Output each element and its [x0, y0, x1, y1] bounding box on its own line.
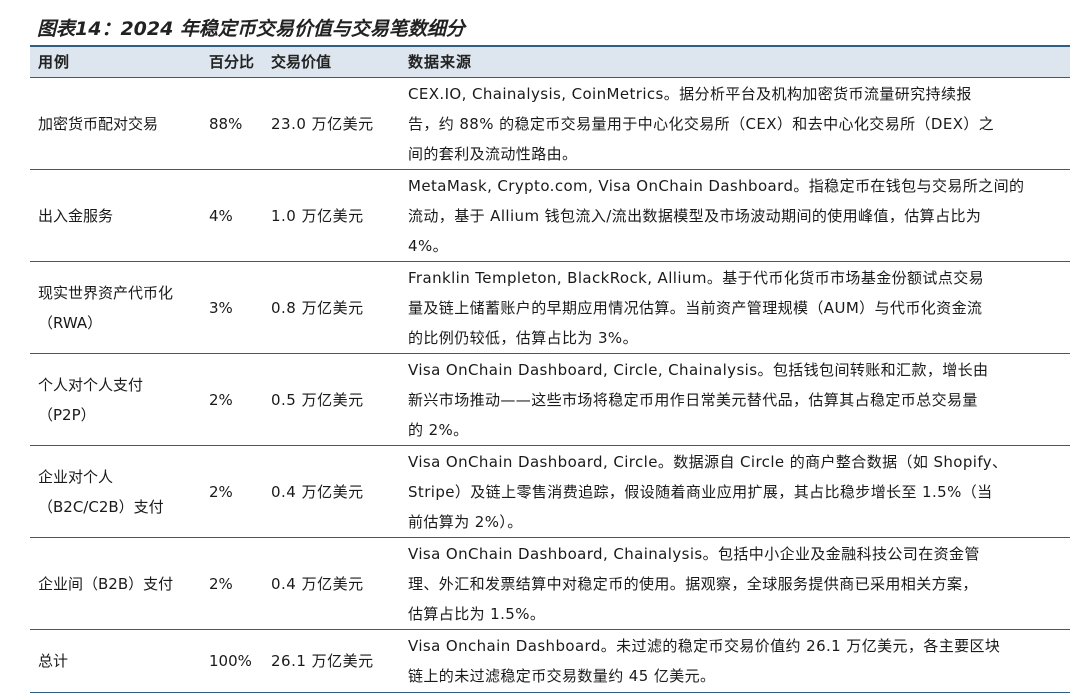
cell-value: 26.1 万亿美元: [271, 652, 374, 670]
use-line: 企业间（B2B）支付: [38, 574, 174, 593]
use-line: 出入金服务: [38, 206, 114, 225]
use-line: 加密货币配对交易: [38, 114, 159, 133]
source-line: Visa OnChain Dashboard, Circle, Chainaly…: [408, 360, 989, 379]
header-percentage: 百分比: [209, 53, 255, 71]
source-line: 告，约 88% 的稳定币交易量用于中心化交易所（CEX）和去中心化交易所（DEX…: [408, 114, 995, 133]
figure-title: 图表14：2024 年稳定币交易价值与交易笔数细分: [37, 18, 465, 40]
source-line: 量及链上储蓄账户的早期应用情况估算。当前资产管理规模（AUM）与代币化资金流: [408, 298, 983, 317]
table-row: 总计 100% 26.1 万亿美元 Visa Onchain Dashboard。未过…: [30, 630, 1070, 693]
cell-source: MetaMask, Crypto.com, Visa OnChain Dashb…: [408, 171, 1068, 261]
table-row: 企业间（B2B）支付 2% 0.4 万亿美元 Visa OnChain Dashboa…: [30, 538, 1070, 630]
cell-value: 0.5 万亿美元: [271, 390, 364, 409]
cell-value: 0.8 万亿美元: [271, 298, 364, 317]
cell-value: 0.4 万亿美元: [271, 482, 364, 501]
cell-use: 出入金服务: [38, 201, 208, 231]
cell-percentage: 100%: [209, 652, 252, 670]
cell-use: 企业对个人 （B2C/C2B）支付: [38, 462, 208, 522]
table-row: 个人对个人支付 （P2P） 2% 0.5 万亿美元 Visa OnChain Dashb…: [30, 354, 1070, 446]
source-line: 流动，基于 Allium 钱包流入/流出数据模型及市场波动期间的使用峰值，估算占…: [408, 206, 982, 225]
cell-source: Franklin Templeton, BlackRock, Allium。基于…: [408, 263, 1068, 353]
source-line: Stripe）及链上零售消费追踪，假设随着商业应用扩展，其占比稳步增长至 1.5…: [408, 482, 993, 501]
cell-use: 加密货币配对交易: [38, 109, 208, 139]
cell-percentage: 4%: [209, 206, 233, 225]
use-line: （P2P）: [38, 405, 96, 424]
cell-value: 23.0 万亿美元: [271, 114, 374, 133]
use-line: 企业对个人: [38, 467, 114, 486]
cell-value: 1.0 万亿美元: [271, 206, 364, 225]
cell-percentage: 2%: [209, 390, 233, 409]
cell-use: 企业间（B2B）支付: [38, 569, 208, 599]
source-line: 间的套利及流动性路由。: [408, 144, 578, 163]
source-line: MetaMask, Crypto.com, Visa OnChain Dashb…: [408, 176, 1025, 195]
header-use: 用例: [38, 53, 71, 71]
cell-source: CEX.IO, Chainalysis, CoinMetrics。据分析平台及机…: [408, 79, 1068, 169]
cell-percentage: 3%: [209, 298, 233, 317]
use-line: （RWA）: [38, 313, 103, 332]
source-line: 链上的未过滤稳定币交易数量约 45 亿美元。: [408, 667, 716, 685]
use-line: 总计: [38, 652, 69, 670]
source-line: Visa OnChain Dashboard, Chainalysis。包括中小…: [408, 544, 980, 563]
table-row: 加密货币配对交易 88% 23.0 万亿美元 CEX.IO, Chainalysis,…: [30, 78, 1070, 170]
source-line: 前估算为 2%）。: [408, 512, 523, 531]
source-line: 的比例仍较低，估算占比为 3%。: [408, 328, 638, 347]
cell-percentage: 2%: [209, 574, 233, 593]
header-value: 交易价值: [271, 53, 332, 71]
source-line: CEX.IO, Chainalysis, CoinMetrics。据分析平台及机…: [408, 84, 972, 103]
cell-source: Visa OnChain Dashboard, Circle, Chainaly…: [408, 355, 1068, 445]
cell-source: Visa OnChain Dashboard, Circle。数据源自 Circ…: [408, 447, 1068, 537]
page: 图表14：2024 年稳定币交易价值与交易笔数细分 用例 百分比 交易价值 数据…: [0, 0, 1080, 693]
cell-percentage: 88%: [209, 114, 243, 133]
table-body: 加密货币配对交易 88% 23.0 万亿美元 CEX.IO, Chainalysis,…: [30, 78, 1070, 693]
use-line: 现实世界资产代币化: [38, 283, 174, 302]
cell-use: 个人对个人支付 （P2P）: [38, 370, 208, 430]
source-line: 4%。: [408, 236, 448, 255]
table-row: 出入金服务 4% 1.0 万亿美元 MetaMask, Crypto.com, Vis…: [30, 170, 1070, 262]
table-row: 企业对个人 （B2C/C2B）支付 2% 0.4 万亿美元 Visa OnChain D…: [30, 446, 1070, 538]
source-line: Franklin Templeton, BlackRock, Allium。基于…: [408, 268, 985, 287]
source-line: 的 2%。: [408, 420, 469, 439]
source-line: Visa Onchain Dashboard。未过滤的稳定币交易价值约 26.1…: [408, 637, 1001, 655]
source-line: 估算占比为 1.5%。: [408, 604, 546, 623]
cell-use: 总计: [38, 646, 208, 676]
data-table: 用例 百分比 交易价值 数据来源 加密货币配对交易 88% 23.0 万亿美元 CEX…: [30, 45, 1070, 693]
cell-value: 0.4 万亿美元: [271, 574, 364, 593]
table-header: 用例 百分比 交易价值 数据来源: [30, 45, 1070, 78]
table-row: 现实世界资产代币化 （RWA） 3% 0.8 万亿美元 Franklin Templet…: [30, 262, 1070, 354]
use-line: 个人对个人支付: [38, 375, 144, 394]
use-line: （B2C/C2B）支付: [38, 497, 164, 516]
cell-source: Visa OnChain Dashboard, Chainalysis。包括中小…: [408, 539, 1068, 629]
cell-use: 现实世界资产代币化 （RWA）: [38, 278, 208, 338]
source-line: 理、外汇和发票结算中对稳定币的使用。据观察，全球服务提供商已采用相关方案，: [408, 574, 978, 593]
cell-percentage: 2%: [209, 482, 233, 501]
cell-source: Visa Onchain Dashboard。未过滤的稳定币交易价值约 26.1…: [408, 631, 1068, 691]
source-line: Visa OnChain Dashboard, Circle。数据源自 Circ…: [408, 452, 1008, 471]
source-line: 新兴市场推动——这些市场将稳定币用作日常美元替代品，估算其占稳定币总交易量: [408, 390, 978, 409]
header-source: 数据来源: [408, 53, 473, 71]
